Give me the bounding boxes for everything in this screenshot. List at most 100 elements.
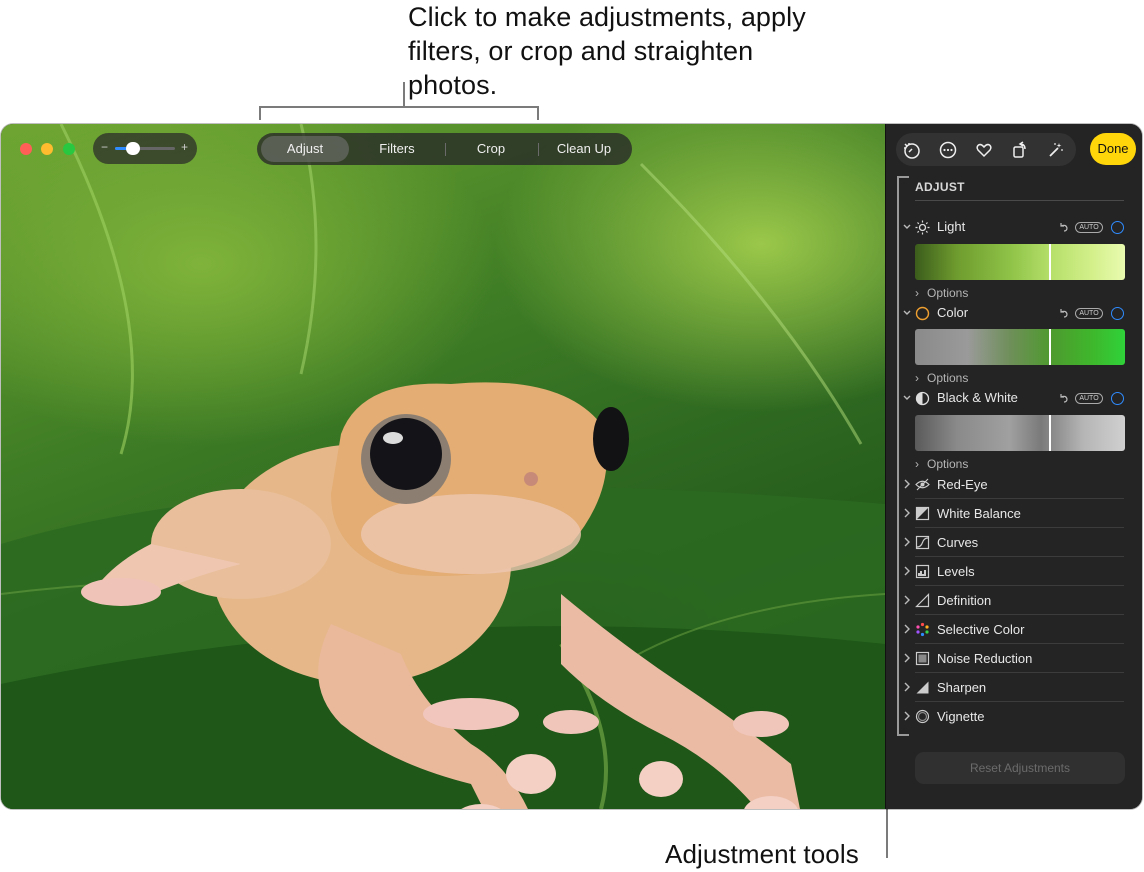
tab-filters[interactable]: Filters [353, 136, 441, 162]
tool-label: White Balance [937, 506, 1021, 521]
color-thumbnail-strip[interactable] [915, 329, 1125, 365]
magic-enhance-icon[interactable] [901, 140, 921, 160]
undo-icon[interactable] [1058, 392, 1070, 404]
slider-marker[interactable] [1049, 329, 1051, 365]
divider [915, 200, 1124, 201]
options-label: Options [927, 457, 969, 471]
eye-icon [915, 478, 930, 491]
chevron-right-icon: › [915, 457, 919, 471]
auto-button[interactable]: AUTO [1075, 393, 1103, 404]
tool-definition[interactable]: Definition [886, 586, 1142, 615]
callout-bracket [897, 734, 909, 736]
undo-icon[interactable] [1058, 307, 1070, 319]
sun-icon [915, 220, 930, 235]
tool-white-balance[interactable]: White Balance [886, 499, 1142, 528]
tab-crop[interactable]: Crop [447, 136, 535, 162]
callout-line [403, 82, 405, 108]
tool-vignette[interactable]: Vignette [886, 702, 1142, 731]
tool-label: Definition [937, 593, 992, 608]
options-toggle[interactable]: › Options [915, 371, 968, 385]
auto-button[interactable]: AUTO [1075, 222, 1103, 233]
done-button[interactable]: Done [1090, 133, 1136, 165]
half-circle-icon [915, 391, 930, 406]
sharpen-icon [916, 681, 929, 694]
close-button[interactable] [20, 143, 32, 155]
chevron-right-icon[interactable] [902, 681, 912, 693]
tool-red-eye[interactable]: Red-Eye [886, 470, 1142, 499]
black-white-thumbnail-strip[interactable] [915, 415, 1125, 451]
tool-sharpen[interactable]: Sharpen [886, 673, 1142, 702]
options-toggle[interactable]: › Options [915, 457, 968, 471]
chevron-right-icon[interactable] [902, 623, 912, 635]
chevron-right-icon: › [915, 371, 919, 385]
callout-line [259, 106, 261, 120]
zoom-slider-track[interactable] [115, 147, 175, 150]
enable-toggle[interactable] [1111, 392, 1124, 405]
selective-color-icon [916, 622, 929, 637]
adjust-sidebar: Done ADJUST Light AUTO › Options Color A… [885, 124, 1142, 809]
section-label: Light [937, 219, 966, 234]
light-thumbnail-strip[interactable] [915, 244, 1125, 280]
chevron-down-icon[interactable] [902, 392, 912, 404]
frog-photo [1, 124, 885, 809]
tool-levels[interactable]: Levels [886, 557, 1142, 586]
enable-toggle[interactable] [1111, 221, 1124, 234]
tool-label: Levels [937, 564, 975, 579]
edit-mode-tabs: Adjust Filters Crop Clean Up [257, 133, 632, 165]
tool-label: Vignette [937, 709, 985, 724]
chevron-right-icon[interactable] [902, 710, 912, 722]
adjust-heading: ADJUST [915, 180, 965, 194]
chevron-right-icon[interactable] [902, 565, 912, 577]
callout-adjustment-tools: Adjustment tools [665, 839, 859, 869]
chevron-right-icon[interactable] [902, 652, 912, 664]
zoom-window-button[interactable] [63, 143, 75, 155]
section-color[interactable]: Color AUTO [886, 304, 1142, 324]
options-label: Options [927, 286, 969, 300]
tool-selective-color[interactable]: Selective Color [886, 615, 1142, 644]
slider-marker[interactable] [1049, 415, 1051, 451]
tool-curves[interactable]: Curves [886, 528, 1142, 557]
white-balance-icon [915, 506, 930, 521]
chevron-right-icon: › [915, 286, 919, 300]
options-label: Options [927, 371, 969, 385]
options-toggle[interactable]: › Options [915, 286, 968, 300]
undo-icon[interactable] [1058, 221, 1070, 233]
zoom-slider-control[interactable]: − + [93, 133, 197, 164]
chevron-down-icon[interactable] [902, 307, 912, 319]
zoom-slider-knob[interactable] [126, 142, 140, 155]
section-light[interactable]: Light AUTO [886, 218, 1142, 238]
zoom-plus-icon[interactable]: + [181, 140, 188, 154]
callout-adjustments: Click to make adjustments, apply filters… [408, 2, 806, 100]
rotate-icon[interactable] [1010, 140, 1030, 160]
chevron-right-icon[interactable] [902, 536, 912, 548]
tab-adjust[interactable]: Adjust [261, 136, 349, 162]
zoom-minus-icon[interactable]: − [101, 140, 108, 154]
chevron-right-icon[interactable] [902, 507, 912, 519]
callout-bracket [897, 176, 899, 736]
callout-line [259, 106, 539, 108]
tab-divider [538, 143, 539, 156]
auto-button[interactable]: AUTO [1075, 308, 1103, 319]
section-label: Color [937, 305, 969, 320]
chevron-down-icon[interactable] [902, 221, 912, 233]
reset-adjustments-button[interactable]: Reset Adjustments [915, 752, 1125, 784]
noise-reduction-icon [915, 651, 930, 666]
photo-canvas[interactable]: − + Adjust Filters Crop Clean Up [1, 124, 885, 809]
tool-noise-reduction[interactable]: Noise Reduction [886, 644, 1142, 673]
chevron-right-icon[interactable] [902, 594, 912, 606]
favorite-heart-icon[interactable] [974, 140, 994, 160]
tool-label: Selective Color [937, 622, 1025, 637]
chevron-right-icon[interactable] [902, 478, 912, 490]
levels-icon [915, 564, 930, 579]
tool-label: Sharpen [937, 680, 987, 695]
auto-enhance-wand-icon[interactable] [1046, 140, 1066, 160]
tab-clean-up[interactable]: Clean Up [540, 136, 628, 162]
tab-divider [445, 143, 446, 156]
tool-label: Noise Reduction [937, 651, 1033, 666]
minimize-button[interactable] [41, 143, 53, 155]
slider-marker[interactable] [1049, 244, 1051, 280]
enable-toggle[interactable] [1111, 307, 1124, 320]
section-black-white[interactable]: Black & White AUTO [886, 389, 1142, 409]
more-icon[interactable] [938, 140, 958, 160]
color-circle-icon [915, 306, 930, 321]
